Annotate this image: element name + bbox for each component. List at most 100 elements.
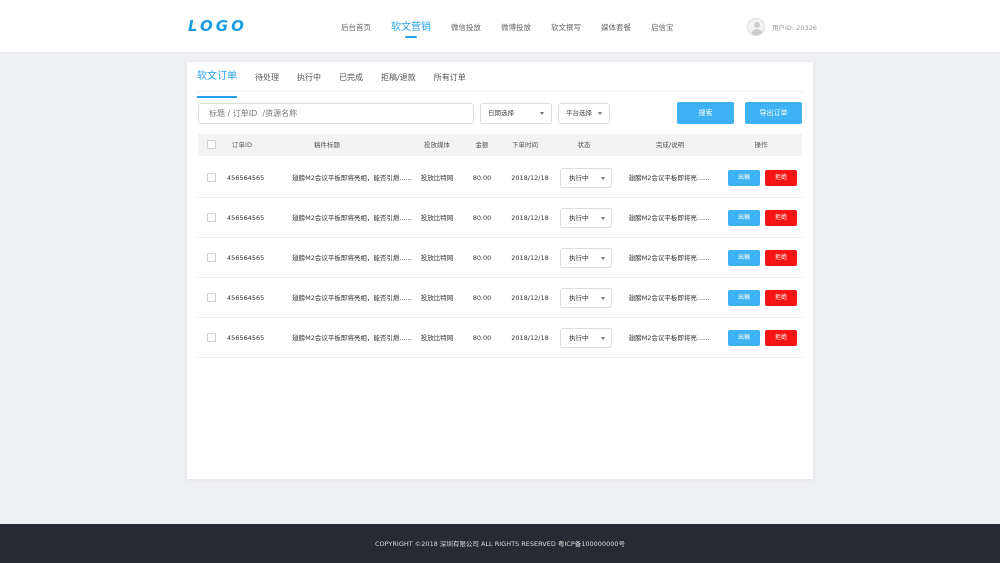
chevron-down-icon: [601, 177, 605, 180]
nav-item-home[interactable]: 后台首页: [341, 0, 371, 52]
order-date: 2018/12/18: [511, 254, 549, 262]
search-button[interactable]: 搜索: [677, 102, 734, 124]
order-id: 456564565: [227, 294, 265, 302]
order-amount: 80.00: [472, 254, 492, 262]
order-title: 翅膀M2会议平板即将亮相，能否引燃......: [292, 294, 412, 302]
user-id-label: 用户ID: 20326: [772, 24, 817, 32]
status-select[interactable]: 执行中: [560, 288, 612, 308]
nav-item-weibo[interactable]: 微博投放: [501, 0, 531, 52]
chevron-down-icon: [601, 297, 605, 300]
order-media: 投放比特网: [420, 254, 454, 262]
row-checkbox[interactable]: [207, 213, 216, 222]
status-label: 执行中: [569, 334, 589, 342]
order-tabs: 软文订单 待处理 执行中 已完成 拒稿/退款 所有订单: [197, 70, 803, 98]
status-select[interactable]: 执行中: [560, 208, 612, 228]
order-title: 翅膀M2会议平板即将亮相，能否引燃......: [292, 174, 412, 182]
nav-item-writing[interactable]: 软文撰写: [551, 0, 581, 52]
nav-item-soft-marketing[interactable]: 软文营销: [391, 0, 431, 52]
status-select[interactable]: 执行中: [560, 248, 612, 268]
column-header-note: 完成/说明: [655, 141, 685, 149]
export-orders-button[interactable]: 导出订单: [745, 102, 802, 124]
reject-button[interactable]: 拒绝: [765, 250, 797, 266]
column-header-order-id: 订单ID: [232, 141, 252, 149]
platform-select-label: 平台选择: [566, 109, 592, 117]
row-checkbox[interactable]: [207, 293, 216, 302]
search-input[interactable]: [198, 103, 474, 124]
order-amount: 80.00: [472, 294, 492, 302]
reject-button[interactable]: 拒绝: [765, 210, 797, 226]
order-title: 翅膀M2会议平板即将亮相，能否引燃......: [292, 214, 412, 222]
orders-card: 软文订单 待处理 执行中 已完成 拒稿/退款 所有订单 日期选择 平台选择 搜索…: [187, 62, 813, 479]
main-nav: 后台首页 软文营销 微信投放 微博投放 软文撰写 媒体套餐 启信宝: [341, 0, 694, 52]
order-media: 投放比特网: [420, 334, 454, 342]
order-date: 2018/12/18: [511, 174, 549, 182]
column-header-title: 稿件标题: [314, 141, 340, 149]
order-note: 翅膀M2会议平板即将亮......: [628, 334, 710, 342]
order-media: 投放比特网: [420, 174, 454, 182]
table-header: 订单ID 稿件标题 投放媒体 金额 下单时间 状态 完成/说明 操作: [198, 134, 802, 156]
order-amount: 80.00: [472, 214, 492, 222]
column-header-media: 投放媒体: [424, 141, 450, 149]
select-all-checkbox[interactable]: [207, 140, 216, 149]
table-row: 456564565 翅膀M2会议平板即将亮相，能否引燃...... 投放比特网 …: [198, 158, 802, 198]
order-id: 456564565: [227, 174, 265, 182]
nav-item-media-package[interactable]: 媒体套餐: [601, 0, 631, 52]
row-checkbox[interactable]: [207, 253, 216, 262]
nav-item-qixinbao[interactable]: 启信宝: [651, 0, 674, 52]
order-note: 翅膀M2会议平板即将亮......: [628, 254, 710, 262]
column-header-date: 下单时间: [512, 141, 538, 149]
tab-soft-orders[interactable]: 软文订单: [197, 70, 237, 98]
footer-copyright: COPYRIGHT ©2018 深圳有限公司 ALL RIGHTS RESERV…: [0, 524, 1000, 563]
avatar[interactable]: [747, 18, 765, 36]
user-info[interactable]: 用户ID: 20326: [747, 18, 817, 36]
table-row: 456564565 翅膀M2会议平板即将亮相，能否引燃...... 投放比特网 …: [198, 198, 802, 238]
chevron-down-icon: [601, 337, 605, 340]
top-header: LOGO 后台首页 软文营销 微信投放 微博投放 软文撰写 媒体套餐 启信宝 用…: [0, 0, 1000, 52]
order-id: 456564565: [227, 334, 265, 342]
order-amount: 80.00: [472, 334, 492, 342]
status-select[interactable]: 执行中: [560, 168, 612, 188]
date-select[interactable]: 日期选择: [480, 103, 552, 124]
table-row: 456564565 翅膀M2会议平板即将亮相，能否引燃...... 投放比特网 …: [198, 238, 802, 278]
column-header-actions: 操作: [754, 141, 768, 149]
row-checkbox[interactable]: [207, 333, 216, 342]
publish-button[interactable]: 出稿: [728, 170, 760, 186]
status-label: 执行中: [569, 294, 589, 302]
order-date: 2018/12/18: [511, 294, 549, 302]
publish-button[interactable]: 出稿: [728, 250, 760, 266]
status-label: 执行中: [569, 214, 589, 222]
order-amount: 80.00: [472, 174, 492, 182]
order-note: 翅膀M2会议平板即将亮......: [628, 294, 710, 302]
publish-button[interactable]: 出稿: [728, 210, 760, 226]
order-id: 456564565: [227, 254, 265, 262]
publish-button[interactable]: 出稿: [728, 290, 760, 306]
reject-button[interactable]: 拒绝: [765, 330, 797, 346]
platform-select[interactable]: 平台选择: [558, 103, 610, 124]
order-media: 投放比特网: [420, 294, 454, 302]
row-checkbox[interactable]: [207, 173, 216, 182]
order-title: 翅膀M2会议平板即将亮相，能否引燃......: [292, 254, 412, 262]
chevron-down-icon: [540, 112, 544, 115]
tab-rejected-refund[interactable]: 拒稿/退款: [381, 70, 416, 91]
reject-button[interactable]: 拒绝: [765, 170, 797, 186]
order-note: 翅膀M2会议平板即将亮......: [628, 214, 710, 222]
tab-completed[interactable]: 已完成: [339, 70, 363, 91]
order-title: 翅膀M2会议平板即将亮相，能否引燃......: [292, 334, 412, 342]
order-note: 翅膀M2会议平板即将亮......: [628, 174, 710, 182]
reject-button[interactable]: 拒绝: [765, 290, 797, 306]
tab-pending[interactable]: 待处理: [255, 70, 279, 91]
table-row: 456564565 翅膀M2会议平板即将亮相，能否引燃...... 投放比特网 …: [198, 318, 802, 358]
logo[interactable]: LOGO: [188, 17, 247, 35]
order-media: 投放比特网: [420, 214, 454, 222]
order-id: 456564565: [227, 214, 265, 222]
column-header-amount: 金额: [475, 141, 489, 149]
publish-button[interactable]: 出稿: [728, 330, 760, 346]
tab-in-progress[interactable]: 执行中: [297, 70, 321, 91]
nav-item-wechat[interactable]: 微信投放: [451, 0, 481, 52]
date-select-label: 日期选择: [488, 109, 514, 117]
status-label: 执行中: [569, 254, 589, 262]
chevron-down-icon: [598, 112, 602, 115]
status-select[interactable]: 执行中: [560, 328, 612, 348]
order-date: 2018/12/18: [511, 214, 549, 222]
tab-all-orders[interactable]: 所有订单: [434, 70, 466, 91]
